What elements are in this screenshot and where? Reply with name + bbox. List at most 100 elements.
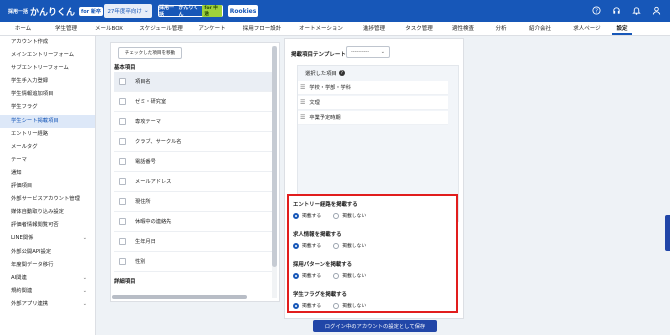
- sidebar-item[interactable]: 外部公開API設定: [0, 246, 95, 259]
- nav-item[interactable]: 分析: [484, 22, 518, 35]
- radio-show[interactable]: 掲載する: [293, 302, 321, 309]
- item-row[interactable]: 休暇中の連絡先: [114, 212, 272, 232]
- nav-item[interactable]: 適性検査: [442, 22, 484, 35]
- item-row[interactable]: 電話番号: [114, 152, 272, 172]
- support-icon[interactable]: [611, 5, 622, 16]
- nav-item[interactable]: スケジュール管理: [132, 22, 190, 35]
- item-checkbox[interactable]: [119, 78, 126, 85]
- product-switch-midcareer[interactable]: 採用一括 かんりくん for 中途: [158, 5, 223, 18]
- nav-item[interactable]: ホーム: [0, 22, 46, 35]
- nav-item[interactable]: 学生管理: [46, 22, 86, 35]
- selected-item-label: 学校・学部・学科: [309, 85, 351, 91]
- radio-show[interactable]: 掲載する: [293, 212, 321, 219]
- help-icon[interactable]: ?: [338, 70, 345, 76]
- nav-item[interactable]: 進捗管理: [352, 22, 396, 35]
- item-checkbox[interactable]: [119, 118, 126, 125]
- bell-icon[interactable]: [631, 5, 642, 16]
- item-checkbox[interactable]: [119, 198, 126, 205]
- sidebar-item[interactable]: 学生シート掲載項目: [0, 114, 95, 128]
- radio-hide[interactable]: 掲載しない: [333, 242, 366, 249]
- side-drawer-tab[interactable]: [665, 215, 670, 251]
- radio-hide[interactable]: 掲載しない: [333, 302, 366, 309]
- item-row[interactable]: 専攻テーマ: [114, 112, 272, 132]
- item-checkbox[interactable]: [119, 218, 126, 225]
- item-checkbox[interactable]: [119, 238, 126, 245]
- item-row[interactable]: 項目名: [114, 72, 272, 92]
- sidebar-item[interactable]: アカウント作成: [0, 36, 95, 49]
- drag-handle-icon[interactable]: ☰: [300, 84, 305, 91]
- product-tag: for 中途: [202, 5, 222, 17]
- sidebar-item-label: 外部サービスアカウント管理: [11, 196, 80, 203]
- item-list-horizontal-scrollbar[interactable]: [112, 295, 247, 299]
- item-checkbox[interactable]: [119, 138, 126, 145]
- option-radio-group: 掲載する 掲載しない: [293, 302, 374, 309]
- sidebar-item[interactable]: 規約関連 ⌄: [0, 285, 95, 298]
- sidebar-item[interactable]: メールタグ: [0, 141, 95, 154]
- item-row[interactable]: 生年月日: [114, 232, 272, 252]
- drag-handle-icon[interactable]: ☰: [300, 114, 305, 121]
- radio-hide[interactable]: 掲載しない: [333, 212, 366, 219]
- sidebar-item[interactable]: LINE関係 ⌄: [0, 232, 95, 245]
- sidebar-item[interactable]: 通知: [0, 167, 95, 180]
- sidebar-item[interactable]: 年度間データ移行: [0, 259, 95, 272]
- item-row[interactable]: 性別: [114, 252, 272, 272]
- radio-button[interactable]: [333, 272, 340, 279]
- item-checkbox[interactable]: [119, 258, 126, 265]
- radio-button[interactable]: [333, 212, 340, 219]
- sidebar-item[interactable]: エントリー経路: [0, 128, 95, 141]
- move-checked-items-button[interactable]: チェックした項目を移動: [118, 47, 182, 59]
- radio-show[interactable]: 掲載する: [293, 272, 321, 279]
- item-checkbox[interactable]: [119, 98, 126, 105]
- help-icon[interactable]: ?: [591, 5, 602, 16]
- item-list-scrollbar[interactable]: [272, 46, 277, 267]
- radio-button[interactable]: [293, 302, 299, 309]
- item-row[interactable]: 現住所: [114, 192, 272, 212]
- radio-button[interactable]: [333, 302, 340, 309]
- rookies-link[interactable]: Rookies: [228, 5, 258, 17]
- nav-item[interactable]: メールBOX: [86, 22, 132, 35]
- app-logo[interactable]: 採用一括 かんりくん for 新卒: [8, 5, 103, 18]
- radio-label: 掲載しない: [342, 214, 367, 219]
- sidebar-item[interactable]: 学生フラグ: [0, 101, 95, 114]
- radio-button[interactable]: [293, 272, 299, 279]
- sidebar-item[interactable]: 評価項目: [0, 180, 95, 193]
- item-checkbox[interactable]: [119, 178, 126, 185]
- nav-item[interactable]: オートメーション: [290, 22, 352, 35]
- radio-button[interactable]: [293, 242, 299, 249]
- nav-item[interactable]: 紹介会社: [518, 22, 562, 35]
- nav-item[interactable]: 設定: [612, 22, 632, 35]
- nav-item[interactable]: アンケート: [190, 22, 234, 35]
- item-label: メールアドレス: [135, 179, 172, 185]
- sidebar-item[interactable]: 学生手入力登録: [0, 75, 95, 88]
- selected-item[interactable]: ☰ 学校・学部・学科: [298, 81, 448, 95]
- sidebar-item[interactable]: メインエントリーフォーム: [0, 49, 95, 62]
- radio-hide[interactable]: 掲載しない: [333, 272, 366, 279]
- item-row[interactable]: クラブ、サークル名: [114, 132, 272, 152]
- template-select[interactable]: ---------- ⌄: [346, 46, 390, 58]
- radio-button[interactable]: [333, 242, 340, 249]
- selected-item[interactable]: ☰ 卒業予定時期: [298, 111, 448, 125]
- sidebar-item[interactable]: 外部サービスアカウント管理: [0, 193, 95, 206]
- sidebar-item[interactable]: 外部アプリ連携 ⌄: [0, 298, 95, 311]
- sidebar-item-label: AI関連: [11, 274, 27, 281]
- sidebar-item[interactable]: 評価者情報閲覧可否: [0, 219, 95, 232]
- sidebar-item[interactable]: サブエントリーフォーム: [0, 62, 95, 75]
- sidebar-item[interactable]: 学生情報追加項目: [0, 88, 95, 101]
- item-row[interactable]: メールアドレス: [114, 172, 272, 192]
- sidebar-item[interactable]: テーマ: [0, 154, 95, 167]
- nav-item[interactable]: 採用フロー設計: [234, 22, 290, 35]
- drag-handle-icon[interactable]: ☰: [300, 99, 305, 106]
- user-icon[interactable]: [651, 5, 662, 16]
- save-settings-button[interactable]: ログイン中のアカウントの設定として保存: [313, 320, 437, 332]
- graduation-year-select[interactable]: 27年度卒向け ⌄: [104, 4, 152, 18]
- selected-item[interactable]: ☰ 文理: [298, 96, 448, 110]
- nav-item[interactable]: 求人ページ: [562, 22, 612, 35]
- nav-item[interactable]: タスク管理: [396, 22, 442, 35]
- radio-button[interactable]: [293, 212, 299, 219]
- sidebar-item[interactable]: 媒体自動取り込み設定: [0, 206, 95, 219]
- radio-show[interactable]: 掲載する: [293, 242, 321, 249]
- item-checkbox[interactable]: [119, 158, 126, 165]
- sidebar-item[interactable]: AI関連 ⌄: [0, 272, 95, 285]
- item-label: 休暇中の連絡先: [135, 219, 172, 225]
- item-row[interactable]: ゼミ・研究室: [114, 92, 272, 112]
